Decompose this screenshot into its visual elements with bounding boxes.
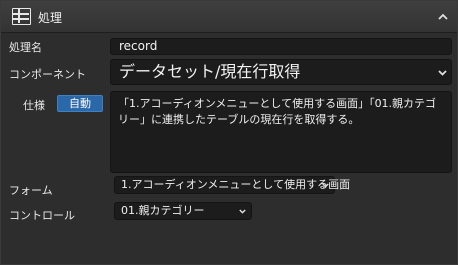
form-select[interactable]: 1.アコーディオンメニューとして使用する画面 <box>114 176 350 194</box>
grid-icon <box>12 8 31 25</box>
chevron-up-icon[interactable] <box>437 11 449 23</box>
control-label: コントロール <box>9 209 75 222</box>
chevron-down-icon <box>322 183 329 188</box>
spec-label: 仕様 <box>23 99 45 112</box>
component-value: データセット/現在行取得 <box>119 62 301 81</box>
control-value: 01.親カテゴリー <box>121 204 205 217</box>
name-input[interactable]: record <box>110 38 452 55</box>
chevron-down-icon <box>438 70 447 76</box>
chevron-down-icon <box>239 209 246 214</box>
panel-header[interactable]: 処理 <box>1 1 457 33</box>
control-select[interactable]: 01.親カテゴリー <box>114 202 252 220</box>
form-value: 1.アコーディオンメニューとして使用する画面 <box>121 178 351 191</box>
component-select[interactable]: データセット/現在行取得 <box>110 59 452 85</box>
component-label: コンポーネント <box>9 68 86 81</box>
spec-textarea[interactable]: 「1.アコーディオンメニューとして使用する画面」「01.親カテゴリー」に連携した… <box>110 91 452 173</box>
panel-title: 処理 <box>38 11 63 25</box>
auto-badge[interactable]: 自動 <box>57 95 103 112</box>
process-panel: 処理 処理名 record コンポーネント データセット/現在行取得 仕様 自動… <box>0 0 458 265</box>
name-label: 処理名 <box>9 41 42 54</box>
form-label: フォーム <box>9 184 53 197</box>
